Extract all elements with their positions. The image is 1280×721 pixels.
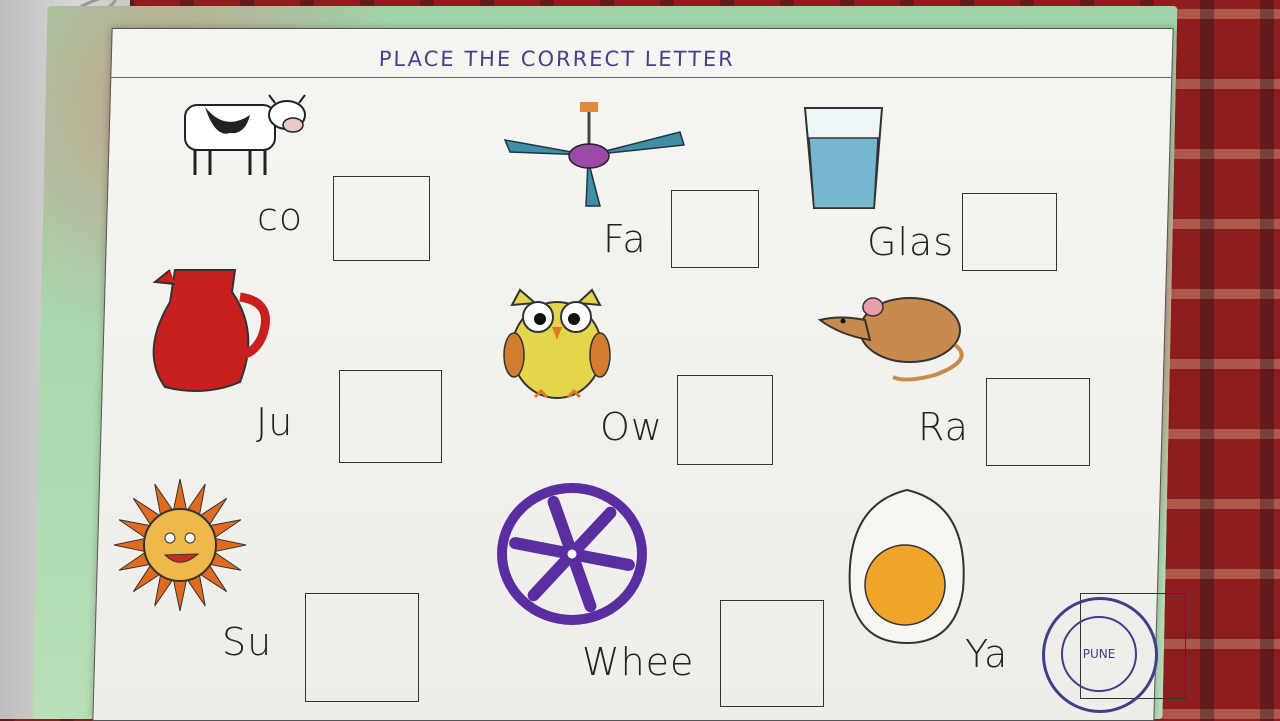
egg-yolk-drawing [848,488,965,645]
answer-box-ra[interactable] [986,378,1090,466]
answer-box-ow[interactable] [677,375,773,465]
sun-drawing [113,478,247,612]
word-ow: Ow [600,405,663,449]
word-whee: Whee [582,640,695,684]
title-underline [111,77,1172,78]
word-ya: Ya [965,632,1009,676]
ceiling-fan-drawing [503,102,685,207]
answer-box-whee[interactable] [720,600,824,707]
word-glas: Glas [867,220,955,264]
rat-drawing [817,297,964,382]
red-jug-drawing [152,269,270,392]
cow-drawing [184,94,306,175]
institution-stamp: PUNE [1042,597,1158,713]
worksheet-title: PLACE THE CORRECT LETTER [378,47,736,71]
wheel-drawing [497,483,647,625]
answer-box-ju[interactable] [339,370,442,463]
answer-box-fa[interactable] [671,190,759,268]
word-ju: Ju [256,400,294,444]
answer-box-co[interactable] [333,176,430,261]
owl-drawing [503,288,611,399]
word-co: co [257,195,304,239]
answer-box-su[interactable] [305,593,419,702]
answer-box-glas[interactable] [962,193,1057,271]
glass-of-water-drawing [803,107,884,209]
stamp-city: PUNE [1061,616,1137,692]
word-ra: Ra [918,405,969,449]
word-su: Su [222,620,273,664]
word-fa: Fa [603,217,647,261]
